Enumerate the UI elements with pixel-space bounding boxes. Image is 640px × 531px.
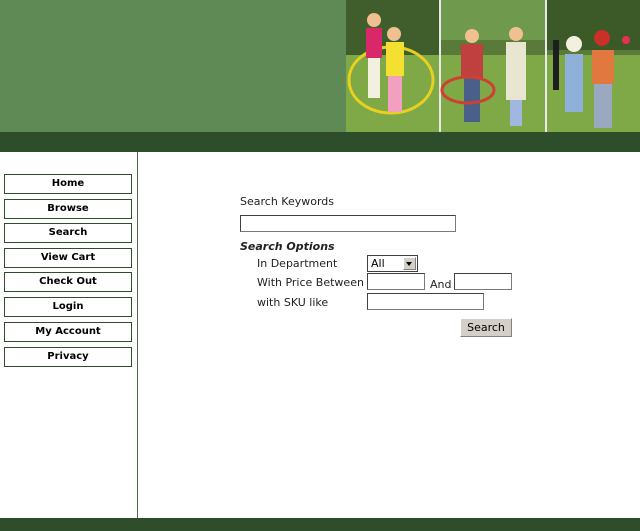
- keywords-label: Search Keywords: [240, 195, 334, 208]
- keywords-input[interactable]: [240, 215, 456, 232]
- price-and-label: And: [430, 278, 452, 291]
- sidebar-item-view-cart[interactable]: View Cart: [4, 248, 132, 268]
- sku-label: with SKU like: [257, 296, 329, 309]
- sidebar-item-search[interactable]: Search: [4, 223, 132, 243]
- nav-bar: [0, 132, 640, 152]
- sidebar-item-privacy[interactable]: Privacy: [4, 347, 132, 367]
- department-selected-value: All: [371, 257, 385, 270]
- search-options-heading: Search Options: [240, 240, 335, 253]
- price-max-input[interactable]: [454, 273, 512, 290]
- price-between-label: With Price Between: [257, 276, 364, 289]
- sidebar-item-my-account[interactable]: My Account: [4, 322, 132, 342]
- sidebar-item-check-out[interactable]: Check Out: [4, 272, 132, 292]
- footer-bar: [0, 518, 640, 531]
- sidebar-item-browse[interactable]: Browse: [4, 199, 132, 219]
- children-playing-photo: [346, 0, 640, 132]
- chevron-down-icon[interactable]: [403, 257, 416, 270]
- sidebar-item-login[interactable]: Login: [4, 297, 132, 317]
- sidebar: Home Browse Search View Cart Check Out L…: [0, 152, 138, 518]
- search-button[interactable]: Search: [460, 318, 512, 337]
- sku-input[interactable]: [367, 293, 484, 310]
- price-min-input[interactable]: [367, 273, 425, 290]
- department-select[interactable]: All: [367, 255, 418, 272]
- sidebar-item-home[interactable]: Home: [4, 174, 132, 194]
- department-label: In Department: [257, 257, 338, 270]
